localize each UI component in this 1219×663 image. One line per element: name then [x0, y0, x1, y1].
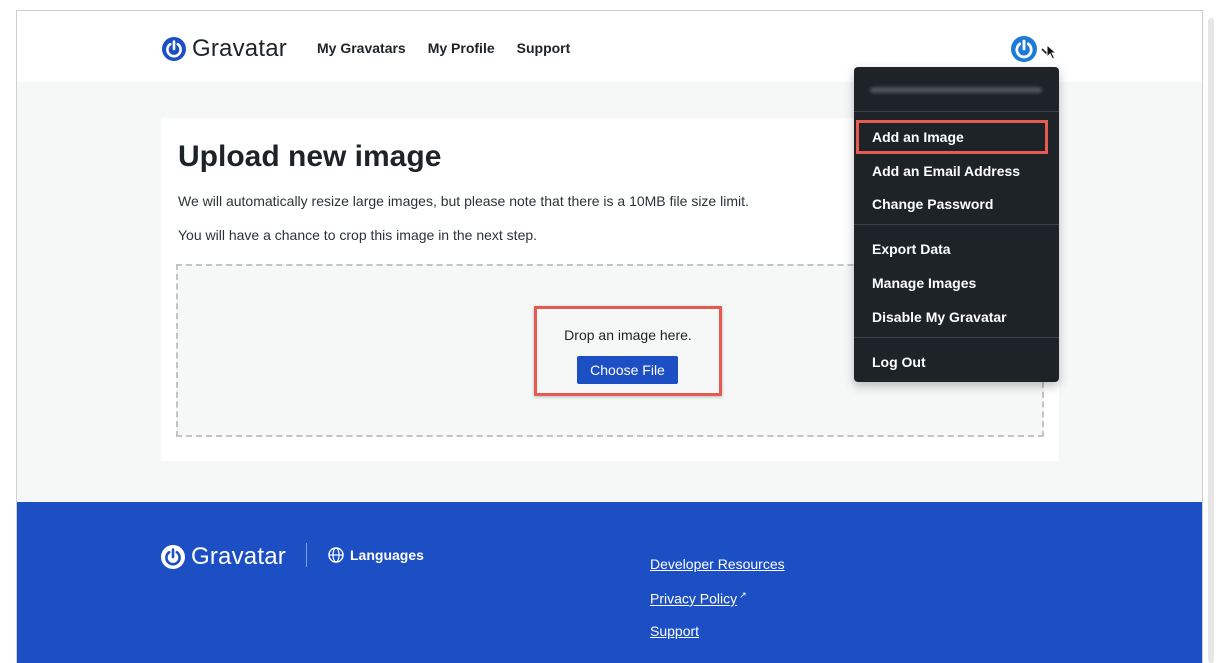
size-limit-note: We will automatically resize large image…: [178, 193, 749, 209]
account-email-blurred: [870, 87, 1042, 93]
nav-support[interactable]: Support: [517, 40, 571, 56]
mouse-pointer-icon: [1046, 44, 1058, 60]
footer-privacy-wrapper: Privacy Policy ↗: [650, 590, 747, 607]
menu-item-add-image[interactable]: Add an Image: [872, 129, 964, 145]
drop-instructions: Drop an image here.: [564, 327, 692, 343]
menu-divider: [854, 111, 1059, 112]
globe-icon: [328, 547, 344, 563]
menu-item-disable-gravatar[interactable]: Disable My Gravatar: [872, 309, 1007, 325]
nav-my-profile[interactable]: My Profile: [428, 40, 495, 56]
menu-item-manage-images[interactable]: Manage Images: [872, 275, 976, 291]
avatar-icon: [1011, 36, 1037, 62]
account-menu-button[interactable]: [1011, 36, 1051, 62]
scrollbar-thumb[interactable]: [1208, 18, 1214, 663]
main-nav: My Gravatars My Profile Support: [317, 40, 570, 56]
gravatar-logo-icon: [161, 545, 185, 569]
account-dropdown-menu: Add an Image Add an Email Address Change…: [854, 67, 1059, 382]
menu-item-log-out[interactable]: Log Out: [872, 354, 926, 370]
menu-divider: [854, 224, 1059, 225]
menu-divider: [854, 337, 1059, 338]
menu-item-add-email[interactable]: Add an Email Address: [872, 163, 1020, 179]
crop-note: You will have a chance to crop this imag…: [178, 227, 538, 243]
languages-button[interactable]: Languages: [328, 547, 424, 563]
footer-link-developer-resources[interactable]: Developer Resources: [650, 556, 785, 572]
footer-logo[interactable]: Gravatar: [161, 543, 286, 571]
gravatar-logo-icon: [162, 37, 186, 61]
site-footer: Gravatar Languages Developer Resources P…: [17, 502, 1202, 663]
menu-item-export-data[interactable]: Export Data: [872, 241, 951, 257]
languages-label: Languages: [350, 547, 424, 563]
footer-divider: [306, 543, 307, 567]
footer-link-support[interactable]: Support: [650, 623, 699, 639]
page-title: Upload new image: [178, 140, 442, 173]
external-link-icon: ↗: [739, 590, 747, 600]
footer-link-privacy-policy[interactable]: Privacy Policy: [650, 591, 737, 607]
choose-file-button[interactable]: Choose File: [577, 356, 678, 384]
browser-viewport: Gravatar My Gravatars My Profile Support…: [16, 10, 1203, 663]
highlight-box: Drop an image here. Choose File: [534, 306, 722, 396]
footer-brand: Gravatar: [191, 543, 286, 570]
header-logo[interactable]: Gravatar: [162, 35, 287, 63]
menu-item-change-password[interactable]: Change Password: [872, 196, 993, 212]
header-brand: Gravatar: [192, 35, 287, 62]
nav-my-gravatars[interactable]: My Gravatars: [317, 40, 406, 56]
